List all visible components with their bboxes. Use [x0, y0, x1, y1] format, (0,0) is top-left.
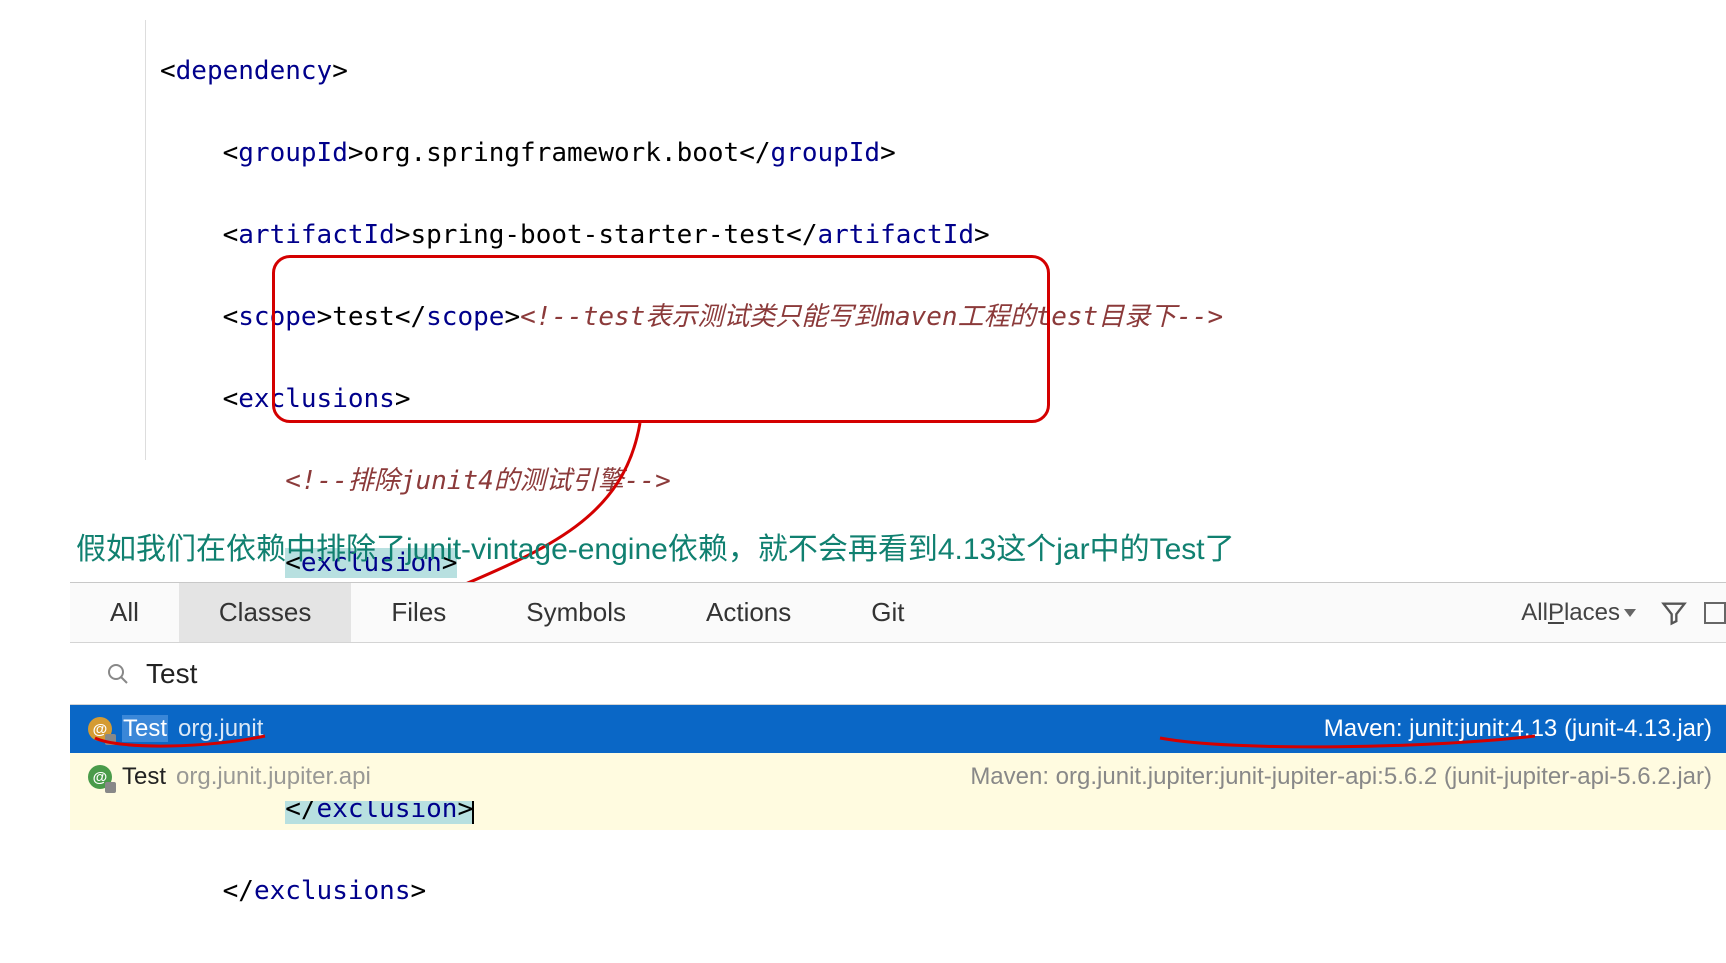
tab-all[interactable]: All	[70, 583, 179, 642]
search-input[interactable]	[146, 658, 746, 690]
places-underline: P	[1548, 599, 1564, 627]
value-groupId: org.springframework.boot	[364, 138, 740, 168]
tab-files[interactable]: Files	[351, 583, 486, 642]
tag-scope-open: scope	[238, 302, 316, 332]
comment-scope: <!--test表示测试类只能写到maven工程的test目录下-->	[520, 302, 1223, 332]
tag-groupId-close: groupId	[771, 138, 881, 168]
value-artifactId: spring-boot-starter-test	[410, 220, 786, 250]
comment-exclusion: <!--排除junit4的测试引擎-->	[285, 466, 671, 496]
result-row-selected[interactable]: @ Test org.junit Maven: junit:junit:4.13…	[70, 705, 1726, 753]
tab-symbols[interactable]: Symbols	[486, 583, 666, 642]
result-package-0: org.junit	[178, 715, 263, 743]
pin-icon[interactable]	[1704, 602, 1726, 624]
tag-artifactId-close: artifactId	[817, 220, 974, 250]
result-row[interactable]: @ Test org.junit.jupiter.api Maven: org.…	[70, 753, 1726, 801]
annotation-text: 假如我们在依赖中排除了junit-vintage-engine依赖，就不会再看到…	[76, 524, 1235, 568]
places-dropdown[interactable]: All Places	[1521, 599, 1650, 627]
search-row	[70, 643, 1726, 705]
result-name-1: Test	[122, 763, 166, 790]
search-everywhere-panel: All Classes Files Symbols Actions Git Al…	[70, 582, 1726, 801]
annotation-icon: @	[88, 717, 112, 741]
result-location-0: Maven: junit:junit:4.13 (junit-4.13.jar)	[1324, 715, 1712, 743]
tag-scope-close: scope	[426, 302, 504, 332]
filter-icon[interactable]	[1660, 599, 1688, 627]
tag-exclusions-open: exclusions	[238, 384, 395, 414]
places-suffix: laces	[1564, 599, 1620, 627]
tab-actions[interactable]: Actions	[666, 583, 831, 642]
gutter-line	[145, 20, 146, 460]
tag-exclusions-close: exclusions	[254, 876, 411, 906]
tab-git[interactable]: Git	[831, 583, 944, 642]
result-package-1: org.junit.jupiter.api	[176, 763, 371, 791]
xml-code-block[interactable]: <dependency> <groupId>org.springframewor…	[160, 10, 1223, 953]
tabs-row: All Classes Files Symbols Actions Git Al…	[70, 583, 1726, 643]
result-location-1: Maven: org.junit.jupiter:junit-jupiter-a…	[970, 763, 1712, 791]
annotation-icon: @	[88, 765, 112, 789]
tag-dependency: dependency	[176, 56, 333, 86]
search-icon	[106, 662, 130, 686]
result-name-0: Test	[122, 715, 168, 742]
tag-groupId-open: groupId	[238, 138, 348, 168]
places-prefix: All	[1521, 599, 1548, 627]
tab-classes[interactable]: Classes	[179, 583, 351, 642]
value-scope: test	[332, 302, 395, 332]
tag-artifactId-open: artifactId	[238, 220, 395, 250]
chevron-down-icon	[1624, 609, 1636, 617]
